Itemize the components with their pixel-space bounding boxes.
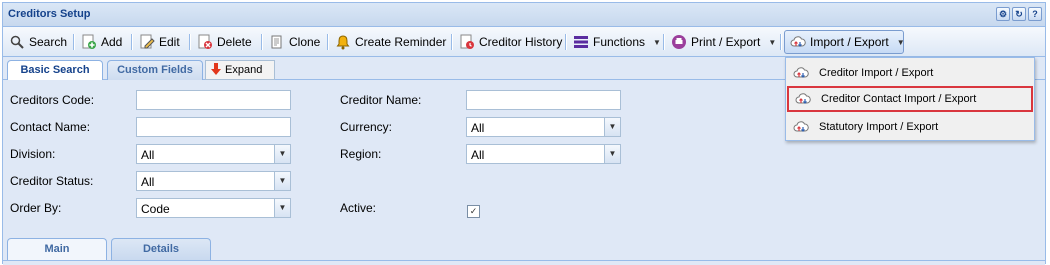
cloud-transfer-icon	[793, 121, 809, 132]
creditors-code-input[interactable]	[136, 90, 291, 110]
division-value: All	[141, 148, 155, 162]
gear-icon[interactable]: ⚙	[996, 7, 1010, 21]
menu-item-creditor-contact-import-export[interactable]: Creditor Contact Import / Export	[787, 86, 1033, 112]
history-icon	[459, 34, 475, 50]
contact-name-label: Contact Name:	[10, 120, 91, 134]
tab-basic-search[interactable]: Basic Search	[7, 60, 103, 81]
division-label: Division:	[10, 147, 56, 161]
print-icon	[671, 34, 687, 50]
import-export-menu-button[interactable]: Import / Export ▼	[784, 30, 905, 54]
help-icon[interactable]: ?	[1028, 7, 1042, 21]
creditors-setup-window: Creditors Setup ⚙ ↻ ? Search Add Edit De…	[2, 2, 1046, 265]
edit-icon	[139, 34, 155, 50]
order-by-select[interactable]: Code ▼	[136, 198, 291, 218]
delete-label: Delete	[217, 35, 252, 49]
create-reminder-button[interactable]: Create Reminder	[335, 31, 446, 53]
cloud-transfer-icon	[795, 93, 811, 104]
search-icon	[9, 34, 25, 50]
currency-select[interactable]: All ▼	[466, 117, 621, 137]
contact-name-input[interactable]	[136, 117, 291, 137]
tab-details[interactable]: Details	[111, 238, 211, 260]
add-button[interactable]: Add	[81, 31, 122, 53]
search-button[interactable]: Search	[9, 31, 67, 53]
import-export-dropdown-menu: Creditor Import / Export Creditor Contac…	[785, 57, 1035, 141]
chevron-down-icon[interactable]: ▼	[604, 118, 620, 136]
menu-item-statutory-import-export[interactable]: Statutory Import / Export	[787, 114, 1033, 140]
expand-button[interactable]: Expand	[205, 60, 275, 80]
refresh-icon[interactable]: ↻	[1012, 7, 1026, 21]
chevron-down-icon[interactable]: ▼	[274, 199, 290, 217]
edit-label: Edit	[159, 35, 180, 49]
creditor-history-button[interactable]: Creditor History	[459, 31, 562, 53]
creditor-name-input[interactable]	[466, 90, 621, 110]
window-tools: ⚙ ↻ ?	[996, 7, 1042, 21]
window-titlebar: Creditors Setup ⚙ ↻ ?	[3, 3, 1045, 27]
print-export-menu-button[interactable]: Print / Export ▼	[671, 31, 776, 53]
active-checkbox[interactable]: ✓	[467, 205, 480, 218]
detail-tabstrip: Main Details	[3, 235, 1045, 265]
creditor-history-label: Creditor History	[479, 35, 563, 49]
add-icon	[81, 34, 97, 50]
functions-icon	[573, 34, 589, 50]
menu-item-label: Statutory Import / Export	[819, 121, 939, 133]
main-toolbar: Search Add Edit Delete Clone Create Remi…	[3, 27, 1045, 57]
menu-item-label: Creditor Import / Export	[819, 67, 934, 79]
chevron-down-icon: ▼	[653, 37, 661, 47]
region-label: Region:	[340, 147, 382, 161]
clone-label: Clone	[289, 35, 321, 49]
tab-main[interactable]: Main	[7, 238, 107, 260]
currency-value: All	[471, 121, 485, 135]
chevron-down-icon[interactable]: ▼	[274, 172, 290, 190]
order-by-value: Code	[141, 202, 170, 216]
active-label: Active:	[340, 201, 377, 215]
order-by-label: Order By:	[10, 201, 62, 215]
clone-button[interactable]: Clone	[269, 31, 320, 53]
creditor-name-label: Creditor Name:	[340, 93, 422, 107]
bell-icon	[335, 34, 351, 50]
clone-icon	[269, 34, 285, 50]
creditor-status-select[interactable]: All ▼	[136, 171, 291, 191]
creditor-status-value: All	[141, 175, 155, 189]
functions-menu-button[interactable]: Functions ▼	[573, 31, 661, 53]
edit-button[interactable]: Edit	[139, 31, 180, 53]
window-title: Creditors Setup	[8, 8, 91, 20]
region-select[interactable]: All ▼	[466, 144, 621, 164]
chevron-down-icon: ▼	[896, 37, 905, 47]
currency-label: Currency:	[340, 120, 393, 134]
chevron-down-icon[interactable]: ▼	[274, 145, 290, 163]
chevron-down-icon: ▼	[768, 37, 777, 47]
create-reminder-label: Create Reminder	[355, 35, 447, 49]
creditors-code-label: Creditors Code:	[10, 93, 95, 107]
expand-label: Expand	[225, 64, 263, 76]
creditor-status-label: Creditor Status:	[10, 174, 94, 188]
tab-custom-fields[interactable]: Custom Fields	[107, 60, 203, 80]
print-export-label: Print / Export	[691, 35, 761, 49]
menu-item-label: Creditor Contact Import / Export	[821, 93, 977, 105]
menu-item-creditor-import-export[interactable]: Creditor Import / Export	[787, 60, 1033, 86]
cloud-transfer-icon	[790, 34, 806, 50]
search-label: Search	[29, 35, 68, 49]
region-value: All	[471, 148, 485, 162]
functions-label: Functions	[593, 35, 646, 49]
cloud-transfer-icon	[793, 67, 809, 78]
delete-icon	[197, 34, 213, 50]
import-export-label: Import / Export	[810, 35, 889, 49]
chevron-down-icon[interactable]: ▼	[604, 145, 620, 163]
add-label: Add	[101, 35, 123, 49]
division-select[interactable]: All ▼	[136, 144, 291, 164]
arrow-down-icon	[210, 62, 222, 79]
delete-button[interactable]: Delete	[197, 31, 252, 53]
